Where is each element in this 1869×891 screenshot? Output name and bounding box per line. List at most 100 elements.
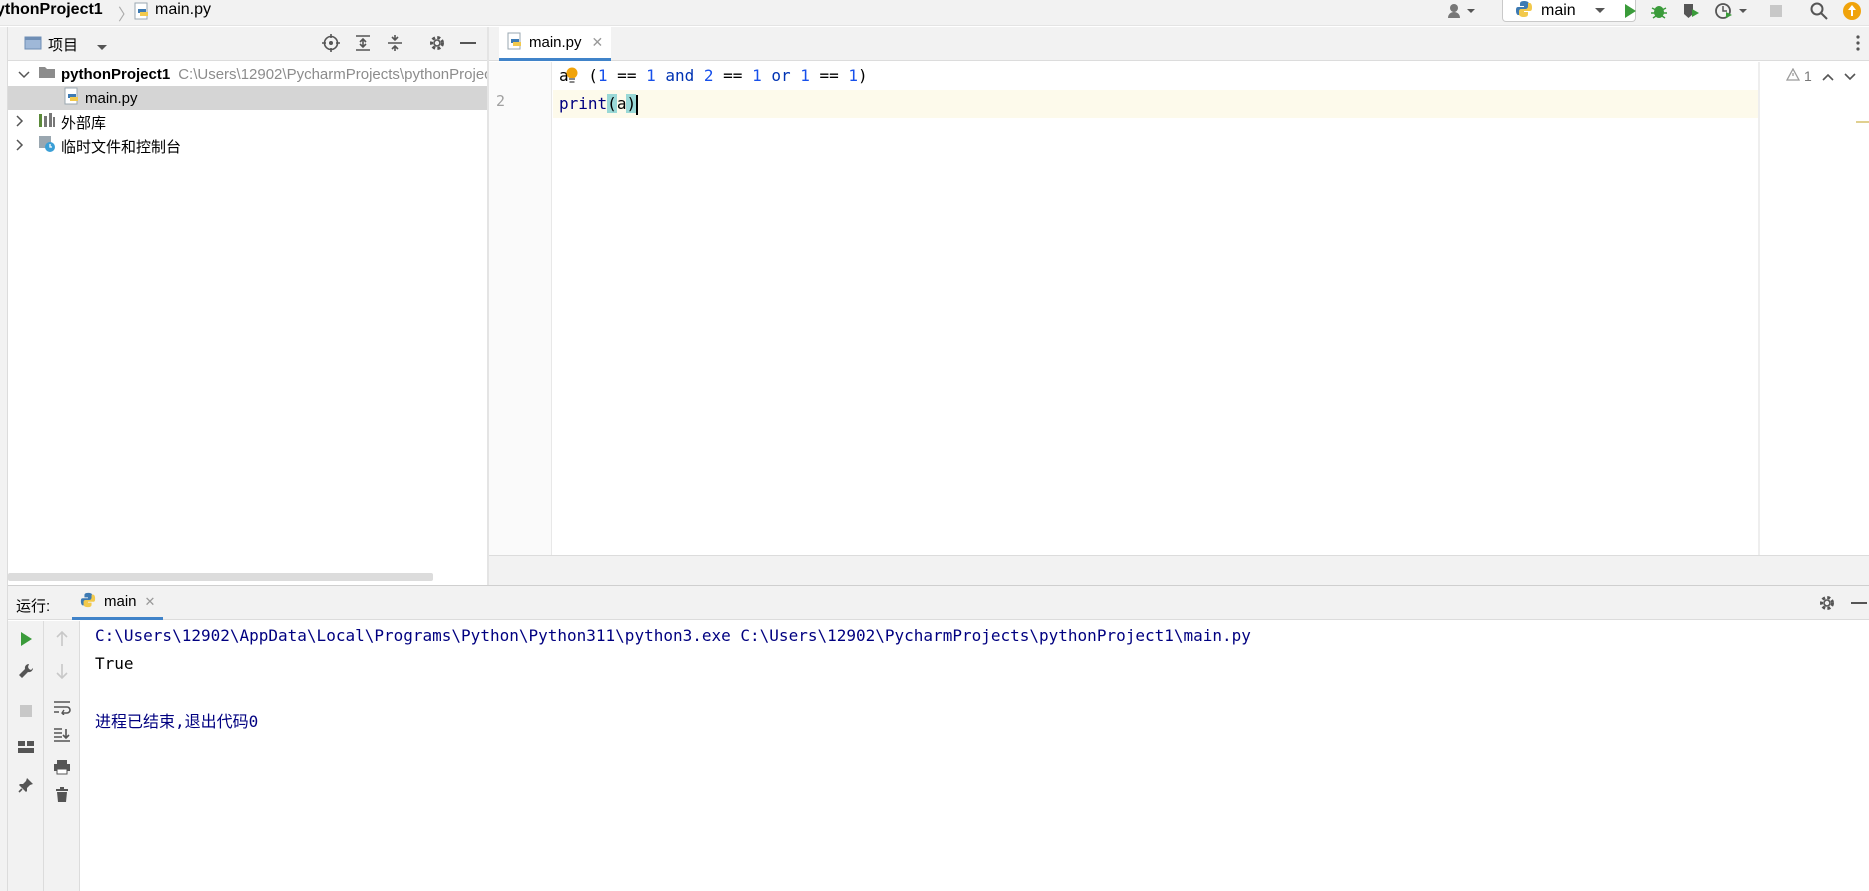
run-config-label: main [1541,1,1576,19]
run-toolbar-primary [8,621,44,891]
scroll-to-end-icon[interactable] [52,725,72,745]
run-console[interactable]: C:\Users\12902\AppData\Local\Programs\Py… [81,621,1869,891]
scratches-icon [38,135,56,157]
vcs-user-icon[interactable] [1444,0,1480,22]
code-line-2[interactable]: print(a) [553,90,1758,118]
rerun-icon[interactable] [16,629,36,649]
tree-file-label: main.py [85,89,138,107]
token-paren: ( [578,66,598,85]
wrench-icon[interactable] [16,661,36,681]
line-number-2: 2 [496,92,506,110]
token-number: 1 [646,66,656,85]
gear-icon[interactable] [428,34,446,56]
code-editor[interactable]: a (1 == 1 and 2 == 1 or 1 == 1) print(a) [553,62,1758,555]
close-icon[interactable]: ✕ [592,34,604,51]
profile-icon[interactable] [1712,0,1752,22]
expanded-chevron-icon[interactable] [18,66,30,83]
project-panel-title[interactable]: 项目 [48,34,78,55]
hide-panel-icon[interactable] [460,42,476,44]
token-paren-highlight: ( [607,94,617,113]
stop-icon[interactable] [1766,0,1786,22]
console-command-line: C:\Users\12902\AppData\Local\Programs\Py… [95,626,1251,645]
python-icon [1515,0,1533,22]
tree-row-scratches[interactable]: 临时文件和控制台 [8,134,487,158]
pin-icon[interactable] [16,775,36,795]
more-options-icon[interactable] [1856,35,1860,55]
project-root-name: pythonProject1 [61,65,171,83]
token-arg: a [616,94,627,113]
update-icon[interactable] [1840,0,1864,22]
search-icon[interactable] [1808,0,1830,22]
scratches-label: 临时文件和控制台 [61,138,182,156]
code-line-1[interactable]: a (1 == 1 and 2 == 1 or 1 == 1) [553,62,1758,90]
token-operator: == [809,66,849,85]
layout-icon[interactable] [16,737,36,757]
token-paren-highlight: ) [626,94,637,113]
folder-icon [38,65,56,83]
tree-row-main-py[interactable]: main.py [8,86,487,110]
run-tab-label: main [104,593,137,610]
hide-panel-icon[interactable] [1851,602,1867,604]
expand-all-icon[interactable] [354,34,372,56]
locate-file-icon[interactable] [322,34,340,56]
run-icon[interactable] [1620,0,1640,22]
project-view-icon [24,35,42,55]
token-keyword-and: and [655,66,704,85]
close-icon[interactable]: ✕ [145,594,156,610]
token-number: 1 [800,66,810,85]
run-tab-main[interactable]: main ✕ [72,586,164,620]
run-panel-header: 运行: main ✕ [8,585,1869,620]
project-tree: pythonProject1 C:\Users\12902\PycharmPro… [8,62,504,585]
arrow-up-icon[interactable] [52,629,72,649]
warning-count: 1 [1804,68,1812,84]
navigation-bar: ythonProject1 〉 main.py main [0,0,1869,26]
stop-icon[interactable] [16,701,36,721]
intention-bulb-icon[interactable] [565,66,579,88]
previous-highlight-icon[interactable] [1822,68,1834,84]
editor-gutter [489,62,552,555]
run-configuration-selector[interactable]: main [1502,0,1636,22]
editor-tab-main-py[interactable]: main.py ✕ [499,27,612,61]
gear-icon[interactable] [1818,594,1836,616]
library-icon [38,112,56,132]
debug-icon[interactable] [1648,0,1670,22]
python-icon [80,592,96,612]
project-root-path: C:\Users\12902\PycharmProjects\pythonPro… [178,65,505,83]
tree-row-external-libraries[interactable]: 外部库 [8,110,487,134]
soft-wrap-icon[interactable] [52,697,72,717]
horizontal-scrollbar[interactable] [8,573,433,581]
breadcrumb-project[interactable]: ythonProject1 [0,1,103,19]
project-panel-header: 项目 [8,27,487,61]
chevron-down-icon [1594,2,1606,19]
arrow-down-icon[interactable] [52,661,72,681]
token-number: 1 [752,66,762,85]
coverage-icon[interactable] [1680,0,1702,22]
token-operator: == [713,66,753,85]
print-icon[interactable] [52,757,72,777]
editor-tab-label: main.py [529,34,582,51]
collapsed-chevron-icon[interactable] [16,114,30,131]
collapse-all-icon[interactable] [386,34,404,56]
error-stripe-mark[interactable] [1856,121,1869,123]
text-caret [636,94,639,115]
warning-icon [1785,67,1801,84]
editor-tab-bar: main.py ✕ [489,27,1869,61]
editor-bottom-bar [489,555,1869,585]
console-output-line: True [95,654,134,673]
view-dropdown-chevron-icon[interactable] [96,39,108,56]
python-file-icon [134,2,150,24]
breadcrumb-separator: 〉 [118,7,135,24]
run-toolbar-secondary [44,621,80,891]
token-keyword-or: or [761,66,801,85]
console-exit-line: 进程已结束,退出代码0 [95,712,259,731]
tree-row-project-root[interactable]: pythonProject1 C:\Users\12902\PycharmPro… [8,62,504,86]
run-panel-label: 运行: [16,598,51,615]
collapsed-chevron-icon[interactable] [16,138,30,155]
python-file-icon [64,87,80,109]
left-tool-stripe [0,27,8,891]
trash-icon[interactable] [52,785,72,805]
inspection-widget[interactable]: 1 [1785,67,1856,84]
breadcrumb-file[interactable]: main.py [155,1,211,19]
token-function: print [559,94,608,113]
next-highlight-icon[interactable] [1844,68,1856,84]
